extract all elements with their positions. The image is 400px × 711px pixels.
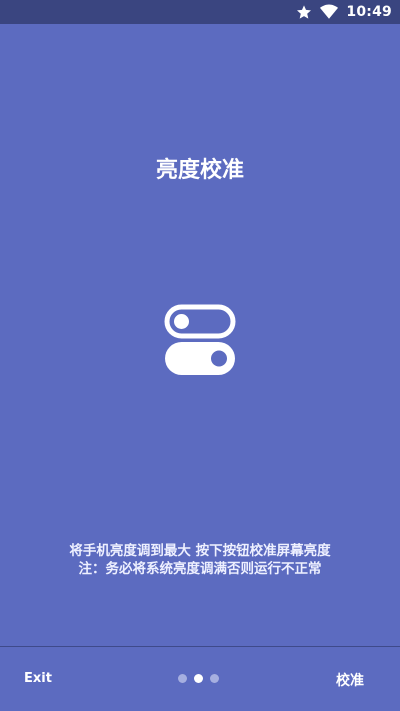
page-dot-3 <box>210 674 219 683</box>
bottom-bar: Exit 校准 <box>0 647 400 711</box>
page-title: 亮度校准 <box>155 158 244 183</box>
status-bar: 10:49 <box>0 0 400 24</box>
main-content: 亮度校准 将手机亮度调到最大 按下按钮校准屏幕亮度 注：务必将系统亮度调满否则运… <box>0 24 400 646</box>
page-indicator <box>178 674 219 683</box>
wifi-icon <box>320 4 339 20</box>
instructions: 将手机亮度调到最大 按下按钮校准屏幕亮度 注：务必将系统亮度调满否则运行不正常 <box>0 542 400 578</box>
instruction-line-1: 将手机亮度调到最大 按下按钮校准屏幕亮度 <box>69 543 331 559</box>
exit-button[interactable]: Exit <box>24 671 52 686</box>
instruction-line-2: 注：务必将系统亮度调满否则运行不正常 <box>78 561 322 577</box>
page-dot-2 <box>194 674 203 683</box>
star-icon <box>296 4 312 20</box>
page-dot-1 <box>178 674 187 683</box>
toggle-switches-icon <box>164 304 236 376</box>
status-time: 10:49 <box>346 4 392 20</box>
calibrate-button[interactable]: 校准 <box>336 670 364 690</box>
